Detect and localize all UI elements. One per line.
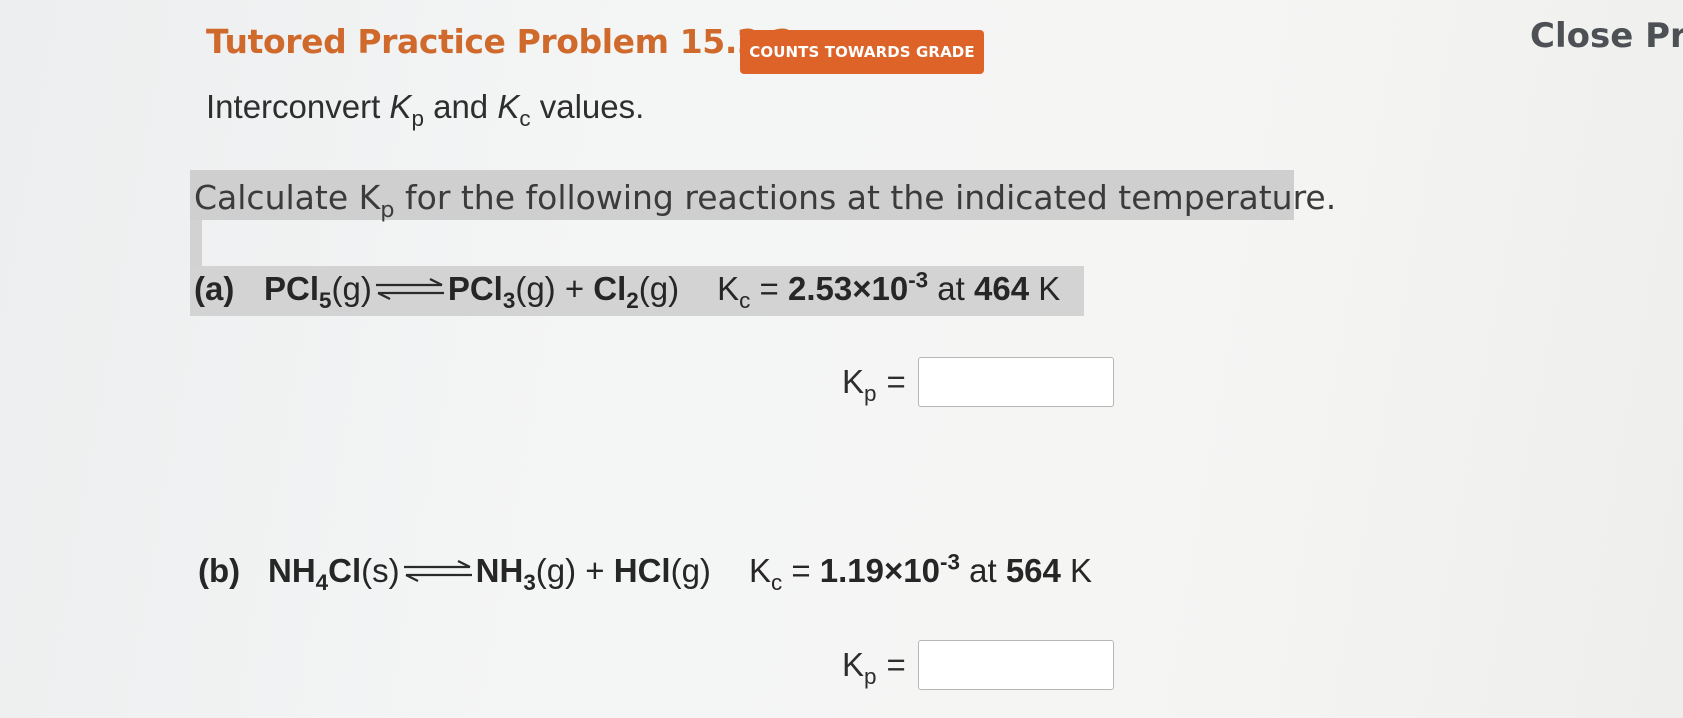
part-a-product2: Cl2 — [593, 270, 638, 312]
part-a-answer-subscript: p — [864, 380, 877, 406]
part-b-reactant-formula: NH — [268, 552, 316, 589]
subtitle-suffix: values. — [530, 88, 645, 125]
part-b-reactant-subscript: 4 — [315, 569, 329, 595]
instruction-text: Calculate Kp for the following reactions… — [194, 178, 1337, 221]
equilibrium-arrow-icon — [375, 278, 444, 300]
part-b-product1-formula: NH — [475, 552, 524, 589]
part-b-kc-exponent: -3 — [940, 549, 960, 575]
part-b-answer-k: K — [842, 646, 865, 683]
part-b-answer: Kp = — [842, 640, 1114, 690]
part-a-answer-label: Kp — [842, 363, 877, 405]
part-a-reactant: PCl5 — [264, 270, 332, 312]
part-a-at: at — [928, 270, 974, 307]
part-b-answer-label: Kp — [842, 646, 877, 688]
part-b-answer-subscript: p — [864, 663, 877, 689]
instruction-prefix: Calculate K — [194, 178, 381, 217]
part-b-reaction-row: (b) NH4Cl (s) NH3 (g) + HCl (g) Kc = 1.19×1… — [198, 549, 1093, 594]
part-a-product1: PCl3 — [447, 270, 516, 312]
part-b-product1-subscript: 3 — [523, 569, 536, 595]
part-b-at: at — [959, 552, 1006, 589]
kc-subscript: c — [519, 105, 531, 131]
part-b-product2-state: (g) — [670, 552, 711, 589]
part-b-temp-unit: K — [1060, 552, 1093, 589]
part-b-answer-equals: = — [886, 646, 906, 683]
part-a-reaction-row: (a) PCl5 (g) PCl3 (g) + Cl2 (g) Kc = 2.53×1… — [194, 267, 1061, 312]
equilibrium-arrow-icon — [403, 560, 472, 582]
part-a-temp-unit: K — [1029, 270, 1061, 307]
part-b-equation: NH4Cl (s) NH3 (g) + HCl (g) — [268, 552, 711, 594]
part-a-plus: + — [555, 270, 594, 307]
grade-badge: COUNTS TOWARDS GRADE — [740, 30, 984, 74]
part-a-answer-equals: = — [886, 363, 906, 400]
part-b-reactant-tail: Cl — [328, 552, 362, 589]
part-b-kc-symbol: K — [748, 552, 771, 589]
part-a-reactant-subscript: 5 — [319, 287, 332, 313]
part-b-product1: NH3 — [475, 552, 536, 594]
part-a-kc: Kc = 2.53×10-3 at 464 K — [717, 267, 1061, 312]
kp-symbol: K — [389, 88, 412, 125]
subtitle-prefix: Interconvert — [206, 88, 390, 125]
part-a-kc-equals: = — [750, 270, 788, 307]
part-a-answer-k: K — [842, 363, 865, 400]
part-a-kc-exponent: -3 — [908, 267, 929, 293]
part-a-product1-state: (g) — [515, 270, 556, 307]
part-a-reactant-formula: PCl — [264, 270, 320, 307]
part-a-kp-input[interactable] — [917, 357, 1114, 407]
part-a-product1-formula: PCl — [447, 270, 503, 307]
part-b-kp-input[interactable] — [917, 640, 1114, 690]
part-a-product2-formula: Cl — [593, 270, 627, 307]
kc-symbol: K — [497, 88, 520, 125]
part-b-kc: Kc = 1.19×10-3 at 564 K — [748, 549, 1093, 594]
part-b-kc-mantissa: 1.19×10 — [819, 552, 940, 589]
part-a-label: (a) — [194, 270, 235, 307]
part-b-kc-equals: = — [782, 552, 820, 589]
part-a-reactant-state: (g) — [331, 270, 372, 307]
part-b-label: (b) — [198, 552, 241, 589]
part-a-kc-value: 2.53×10-3 — [787, 267, 929, 307]
part-b-product2: HCl — [613, 552, 671, 589]
part-b-kc-subscript: c — [770, 569, 783, 595]
part-a-answer: Kp = — [842, 357, 1114, 407]
part-a-equation: PCl5 (g) PCl3 (g) + Cl2 (g) — [264, 270, 680, 312]
part-b-kc-value: 1.19×10-3 — [819, 549, 960, 589]
subtitle-mid: and — [423, 88, 498, 125]
problem-subtitle: Interconvert Kp and Kc values. — [206, 88, 645, 130]
part-b-product1-state: (g) — [535, 552, 577, 589]
problem-title: Tutored Practice Problem 15.2.2 — [206, 22, 795, 61]
instruction-highlight-tail — [190, 220, 202, 268]
part-b-reactant-state: (s) — [361, 552, 400, 589]
part-a-product1-subscript: 3 — [502, 287, 516, 313]
instruction-subscript: p — [380, 196, 395, 223]
part-a-kc-symbol: K — [717, 270, 740, 307]
instruction-suffix: for the following reactions at the indic… — [394, 178, 1337, 217]
part-a-product2-subscript: 2 — [626, 287, 639, 313]
part-b-plus: + — [576, 552, 614, 589]
part-a-product2-state: (g) — [638, 270, 680, 307]
part-a-temperature: 464 — [974, 270, 1030, 307]
close-problem-button[interactable]: Close Pro — [1530, 16, 1683, 56]
part-b-temperature: 564 — [1005, 552, 1061, 589]
kp-subscript: p — [411, 105, 424, 131]
part-b-reactant: NH4Cl — [268, 552, 362, 594]
part-a-kc-subscript: c — [739, 287, 751, 313]
part-a-kc-mantissa: 2.53×10 — [787, 270, 909, 307]
